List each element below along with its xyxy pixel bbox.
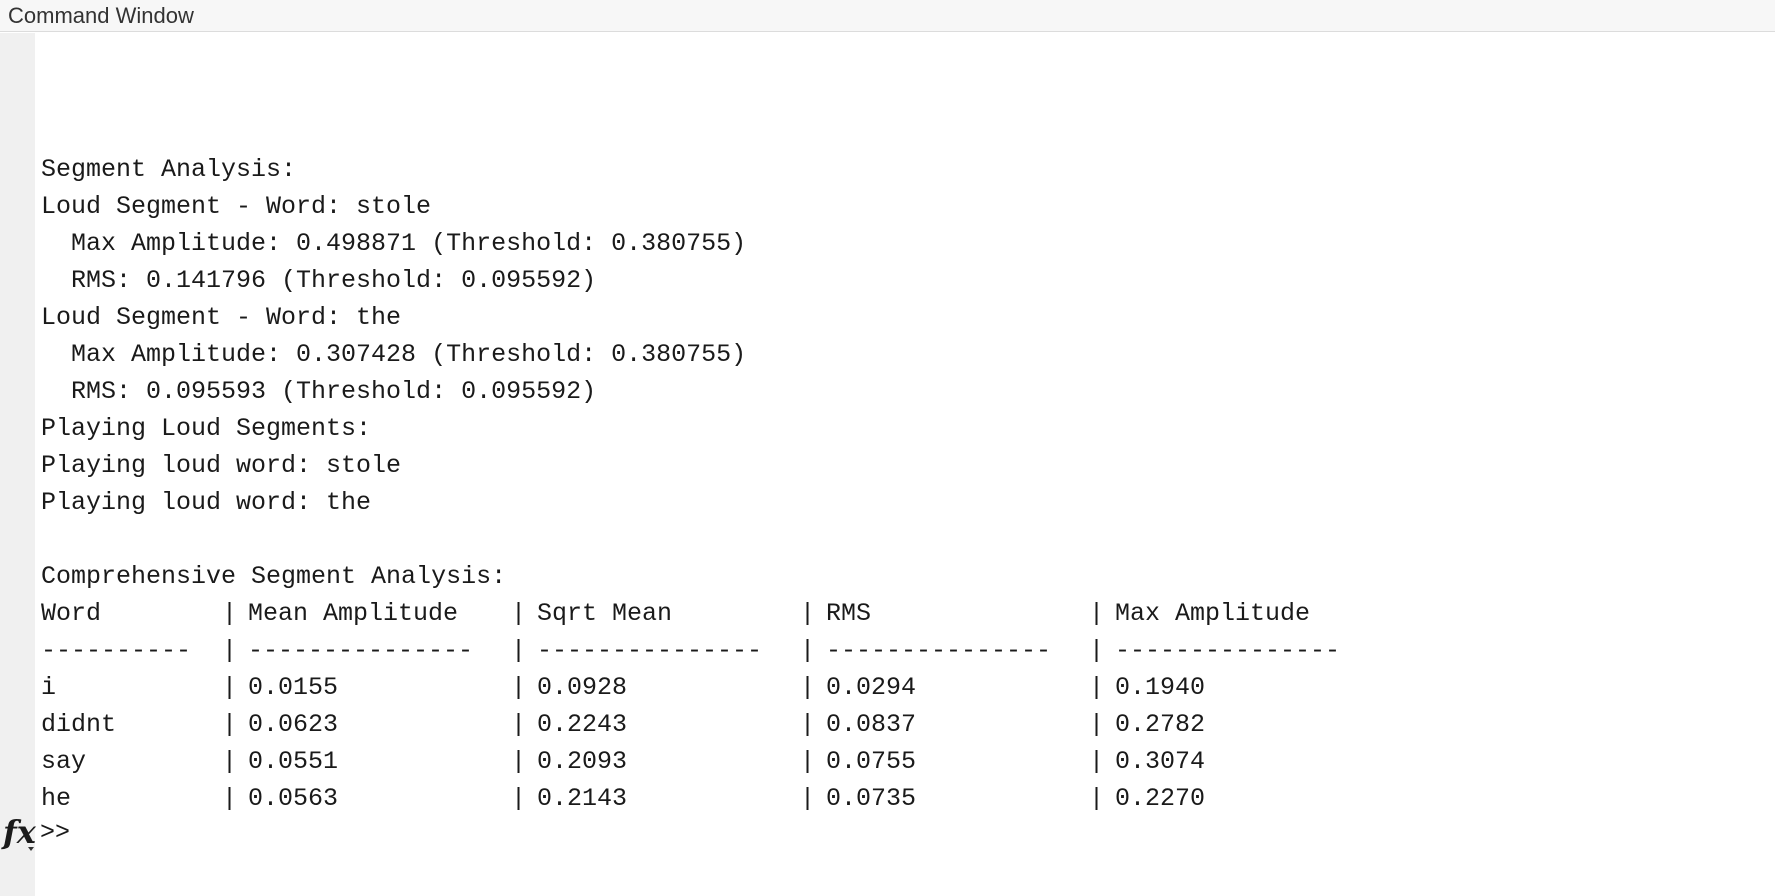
table-cell: 0.0735 [826,784,917,813]
table-cell: --------------- [1115,636,1341,665]
output-line: Max Amplitude: 0.498871 (Threshold: 0.38… [41,229,747,258]
table-cell: --------------- [826,636,1052,665]
table-cell: 0.3074 [1115,747,1206,776]
table-cell: 0.2243 [537,710,628,739]
column-separator: | [222,636,238,665]
output-line: Playing loud word: the [41,488,372,517]
table-cell: he [41,784,72,813]
table-cell: 0.0294 [826,673,917,702]
column-separator: | [1089,784,1105,813]
column-separator: | [222,784,238,813]
output-line: Playing loud word: stole [41,451,402,480]
table-cell: 0.1418 [826,817,1089,820]
column-separator: | [1089,747,1105,776]
table-row: say | 0.0551 | 0.2093 | 0.0755 | 0.3074 [41,743,1761,780]
table-cell: say [41,747,87,776]
table-cell: 0.0755 [826,747,917,776]
table-cell: 0.0563 [248,784,339,813]
table-cell: 0.4989 [1115,817,1205,820]
column-separator: | [222,710,238,739]
output-line: Loud Segment - Word: stole [41,192,432,221]
column-separator: | [800,599,816,628]
table-cell: --------------- [537,636,763,665]
table-cell: ---------- [41,636,192,665]
column-separator: | [511,784,527,813]
output-line: RMS: 0.095593 (Threshold: 0.095592) [41,377,597,406]
table-cell: Mean Amplitude [248,599,459,628]
column-separator: | [1089,599,1105,628]
table-cell: didnt [41,710,117,739]
function-browser-icon[interactable]: fx [3,814,36,850]
command-window: Command Window Segment Analysis: Loud Seg… [0,0,1775,896]
table-cell: Sqrt Mean [537,599,673,628]
table-cell: 0.0155 [248,673,339,702]
column-separator: | [800,710,816,739]
table-cell: 0.0623 [248,710,339,739]
column-separator: | [800,636,816,665]
table-cell: 0.0551 [248,747,339,776]
prompt-symbol: >> [40,818,71,847]
console-output[interactable]: Segment Analysis: Loud Segment - Word: st… [41,40,1761,820]
column-separator: | [800,673,816,702]
table-cell: 0.1940 [1115,673,1206,702]
table-cell: 0.0837 [826,710,917,739]
column-separator: | [1089,636,1105,665]
column-separator: | [800,817,826,820]
command-prompt-row: fx >> [0,814,300,854]
table-cell: 0.0928 [537,673,628,702]
column-separator: | [1089,817,1115,820]
table-row: he | 0.0563 | 0.2143 | 0.0735 | 0.2270 [41,780,1761,817]
table-row: didnt | 0.0623 | 0.2243 | 0.0837 | 0.2782 [41,706,1761,743]
output-line: Playing Loud Segments: [41,414,372,443]
table-header-row: Word | Mean Amplitude | Sqrt Mean | RMS | Max Am… [41,595,1761,632]
table-cell: Word [41,599,102,628]
title-bar[interactable]: Command Window [0,0,1775,32]
table-cell: 0.2093 [537,747,628,776]
column-separator: | [1089,710,1105,739]
column-separator: | [800,784,816,813]
gutter [0,33,35,896]
table-cell: Max Amplitude [1115,599,1311,628]
command-input[interactable] [80,817,680,849]
table-cell: RMS [826,599,872,628]
table-cell: i [41,673,57,702]
output-line: Comprehensive Segment Analysis: [41,562,507,591]
table-cell: 0.2782 [1115,710,1206,739]
output-line: Loud Segment - Word: the [41,303,402,332]
column-separator: | [511,747,527,776]
column-separator: | [1089,673,1105,702]
column-separator: | [222,599,238,628]
table-cell: 0.2143 [537,784,628,813]
column-separator: | [511,710,527,739]
output-line: RMS: 0.141796 (Threshold: 0.095592) [41,266,597,295]
column-separator: | [222,747,238,776]
table-divider-row: ---------- | --------------- | -------------… [41,632,1761,669]
column-separator: | [511,599,527,628]
output-line: Max Amplitude: 0.307428 (Threshold: 0.38… [41,340,747,369]
column-separator: | [800,747,816,776]
column-separator: | [511,636,527,665]
function-browser-dropdown-icon[interactable] [28,847,34,851]
table-cell: 0.2270 [1115,784,1206,813]
output-line: Segment Analysis: [41,155,297,184]
column-separator: | [511,673,527,702]
table-row: i | 0.0155 | 0.0928 | 0.0294 | 0.1940 [41,669,1761,706]
table-cell: --------------- [248,636,474,665]
window-title: Command Window [8,3,194,28]
column-separator: | [222,673,238,702]
